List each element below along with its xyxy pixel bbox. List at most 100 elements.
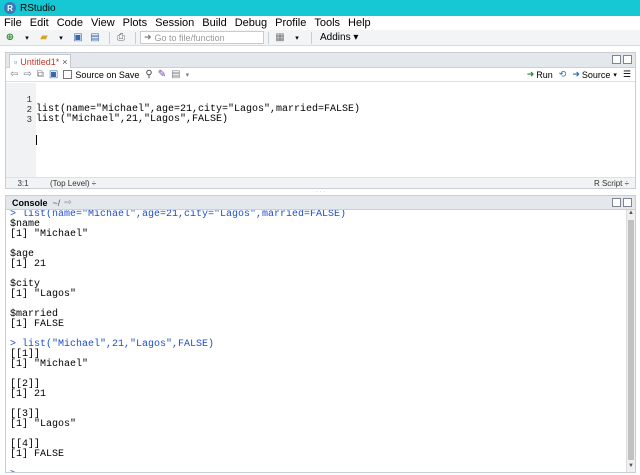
console-output-line: [[3]] — [10, 409, 41, 420]
goto-file-input[interactable]: ➜ Go to file/function — [140, 31, 264, 44]
dropdown-arrow-icon: ▾ — [613, 71, 617, 79]
show-in-window-icon[interactable]: ⧉ — [37, 69, 44, 80]
console-output[interactable]: > list(name="Michael",age=21,city="Lagos… — [6, 210, 626, 472]
console-output-line: $age — [10, 249, 35, 260]
dropdown-arrow-icon[interactable]: ▾ — [290, 32, 304, 44]
minimize-pane-icon[interactable] — [612, 55, 621, 64]
menu-build[interactable]: Build — [198, 17, 230, 29]
toolbar-divider — [311, 31, 312, 44]
menu-view[interactable]: View — [87, 17, 119, 29]
console-pane: Console ~/ ⇨ > list(name="Michael",age=2… — [5, 195, 636, 473]
dropdown-arrow-icon[interactable]: ▾ — [20, 32, 34, 44]
menu-debug[interactable]: Debug — [231, 17, 271, 29]
code-tools-icon[interactable]: ✎ — [158, 69, 166, 80]
working-directory: ~/ — [52, 197, 61, 208]
console-output-line: $city — [10, 279, 41, 290]
console-output-line: [1] "Lagos" — [10, 419, 77, 430]
forward-arrow-icon[interactable]: ⇨ — [23, 69, 31, 80]
console-input-line: > list("Michael",21,"Lagos",FALSE) — [10, 339, 215, 350]
editor-status-bar: 3:1 (Top Level) ÷ R Script ÷ — [6, 177, 635, 188]
compile-report-icon[interactable]: ▤ — [171, 69, 180, 80]
save-icon[interactable]: ▣ — [71, 32, 85, 44]
search-icon[interactable]: ⚲ — [145, 69, 152, 80]
file-type-selector[interactable]: R Script ÷ — [594, 179, 629, 188]
source-button[interactable]: ➜ Source ▾ — [572, 69, 617, 80]
menu-bar: File Edit Code View Plots Session Build Debug Pr… — [0, 16, 640, 30]
save-all-icon[interactable]: ▤ — [88, 32, 102, 44]
pane-controls — [610, 198, 632, 207]
source-on-save-checkbox[interactable] — [63, 70, 73, 79]
console-output-line: [[2]] — [10, 379, 41, 390]
scope-selector[interactable]: (Top Level) ÷ — [50, 179, 96, 188]
editor-tab-bar: ▫ Untitled1* × — [6, 53, 635, 68]
code-text: list("Michael",21,"Lagos",FALSE) — [36, 114, 229, 125]
cursor-position: 3:1 — [17, 178, 29, 188]
maximize-pane-icon[interactable] — [623, 55, 632, 64]
window-title: RStudio — [20, 2, 56, 14]
print-icon[interactable]: ⎙ — [114, 32, 128, 44]
maximize-pane-icon[interactable] — [623, 198, 632, 207]
source-editor-pane: ▫ Untitled1* × ⇦ ⇨ ⧉ ▣ Source on Save ⚲ … — [5, 52, 636, 189]
code-editor[interactable]: 1 list(name="Michael",age=21,city="Lagos… — [6, 83, 635, 177]
console-scrollbar[interactable]: ▲ ▼ — [626, 210, 635, 472]
scrollbar-thumb[interactable] — [628, 220, 634, 460]
toolbar-divider — [109, 31, 110, 44]
menu-session[interactable]: Session — [151, 17, 198, 29]
console-output-line: [1] 21 — [10, 259, 47, 270]
tab-untitled1[interactable]: ▫ Untitled1* × — [9, 54, 71, 68]
toolbar-divider — [135, 31, 136, 44]
menu-plots[interactable]: Plots — [119, 17, 151, 29]
run-label: Run — [536, 69, 553, 80]
console-header: Console ~/ ⇨ — [6, 196, 635, 210]
rerun-button[interactable]: ⟲ — [559, 69, 567, 80]
menu-code[interactable]: Code — [53, 17, 87, 29]
console-output-line: [[4]] — [10, 439, 41, 450]
console-output-line: [1] "Lagos" — [10, 289, 77, 300]
console-input-line: > list(name="Michael",age=21,city="Lagos… — [10, 210, 347, 220]
dropdown-arrow-icon[interactable]: ▾ — [54, 32, 68, 44]
scroll-up-icon[interactable]: ▲ — [627, 210, 635, 219]
text-cursor — [36, 135, 37, 145]
line-number: 3 — [26, 115, 32, 125]
grid-layout-icon[interactable]: ▦ — [273, 32, 287, 44]
console-input-line: > — [6, 470, 626, 473]
back-arrow-icon[interactable]: ⇦ — [10, 69, 18, 80]
minimize-pane-icon[interactable] — [612, 198, 621, 207]
tab-label: Untitled1* — [20, 56, 60, 67]
menu-help[interactable]: Help — [344, 17, 375, 29]
addins-menu[interactable]: Addins ▾ — [320, 32, 358, 43]
open-folder-icon[interactable]: ▰ — [37, 32, 51, 44]
save-icon[interactable]: ▣ — [49, 69, 58, 80]
menu-profile[interactable]: Profile — [271, 17, 310, 29]
scroll-down-icon[interactable]: ▼ — [627, 463, 635, 472]
menu-tools[interactable]: Tools — [310, 17, 344, 29]
console-title: Console — [12, 197, 48, 208]
console-output-line: [1] 21 — [10, 389, 47, 400]
dropdown-arrow-icon[interactable]: ▾ — [186, 71, 190, 79]
source-arrow-icon: ➜ — [572, 69, 580, 79]
addins-label: Addins — [320, 32, 351, 43]
rstudio-logo-icon: R — [4, 2, 16, 14]
console-output-line: [1] FALSE — [10, 449, 65, 460]
main-toolbar: ⊕ ▾ ▰ ▾ ▣ ▤ ⎙ ➜ Go to file/function ▦ ▾ … — [0, 30, 640, 46]
console-output-line: $married — [10, 309, 59, 320]
goto-placeholder: Go to file/function — [154, 32, 225, 43]
menu-edit[interactable]: Edit — [26, 17, 53, 29]
pane-controls — [610, 55, 632, 64]
menu-file[interactable]: File — [0, 17, 26, 29]
console-output-line: [[1]] — [10, 349, 41, 360]
run-button[interactable]: ➜ Run — [527, 69, 553, 80]
outline-icon[interactable]: ☰ — [623, 69, 631, 80]
go-to-directory-icon[interactable]: ⇨ — [64, 197, 72, 208]
code-line: 1 list(name="Michael",age=21,city="Lagos… — [6, 85, 360, 115]
title-bar: R RStudio — [0, 0, 640, 16]
close-icon[interactable]: × — [62, 57, 67, 67]
new-file-icon[interactable]: ⊕ — [3, 32, 17, 44]
